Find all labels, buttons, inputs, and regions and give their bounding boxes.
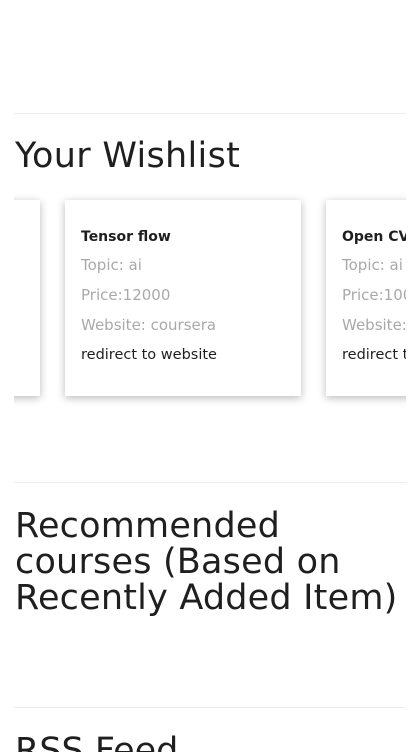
wishlist-heading: Your Wishlist bbox=[15, 136, 241, 176]
wishlist-card bbox=[14, 200, 40, 396]
top-divider bbox=[14, 113, 406, 114]
page: Your Wishlist Tensor flow Topic: ai Pric… bbox=[0, 0, 417, 752]
redirect-link[interactable]: redirect to website bbox=[81, 346, 285, 364]
course-price: Price:10000 bbox=[342, 286, 406, 304]
course-website: Website: coursera bbox=[342, 316, 406, 334]
recommended-heading: Recommended courses (Based on Recently A… bbox=[15, 506, 398, 618]
course-website: Website: coursera bbox=[81, 316, 217, 334]
course-name: Open CV bbox=[342, 229, 406, 245]
wishlist-card: Tensor flow Topic: ai Price:12000 Websit… bbox=[65, 200, 301, 396]
course-price: Price:12000 bbox=[81, 286, 171, 304]
redirect-link[interactable]: redirect to website bbox=[342, 346, 406, 364]
course-topic: Topic: ai bbox=[342, 256, 403, 274]
bottom-divider bbox=[14, 707, 406, 708]
course-name: Tensor flow bbox=[81, 229, 171, 245]
middle-divider bbox=[14, 482, 406, 483]
wishlist-carousel[interactable]: Tensor flow Topic: ai Price:12000 Websit… bbox=[14, 192, 406, 412]
course-topic: Topic: ai bbox=[81, 256, 142, 274]
rss-feed-heading: RSS Feed bbox=[15, 731, 179, 752]
wishlist-card: Open CV Topic: ai Price:10000 Website: c… bbox=[326, 200, 406, 396]
